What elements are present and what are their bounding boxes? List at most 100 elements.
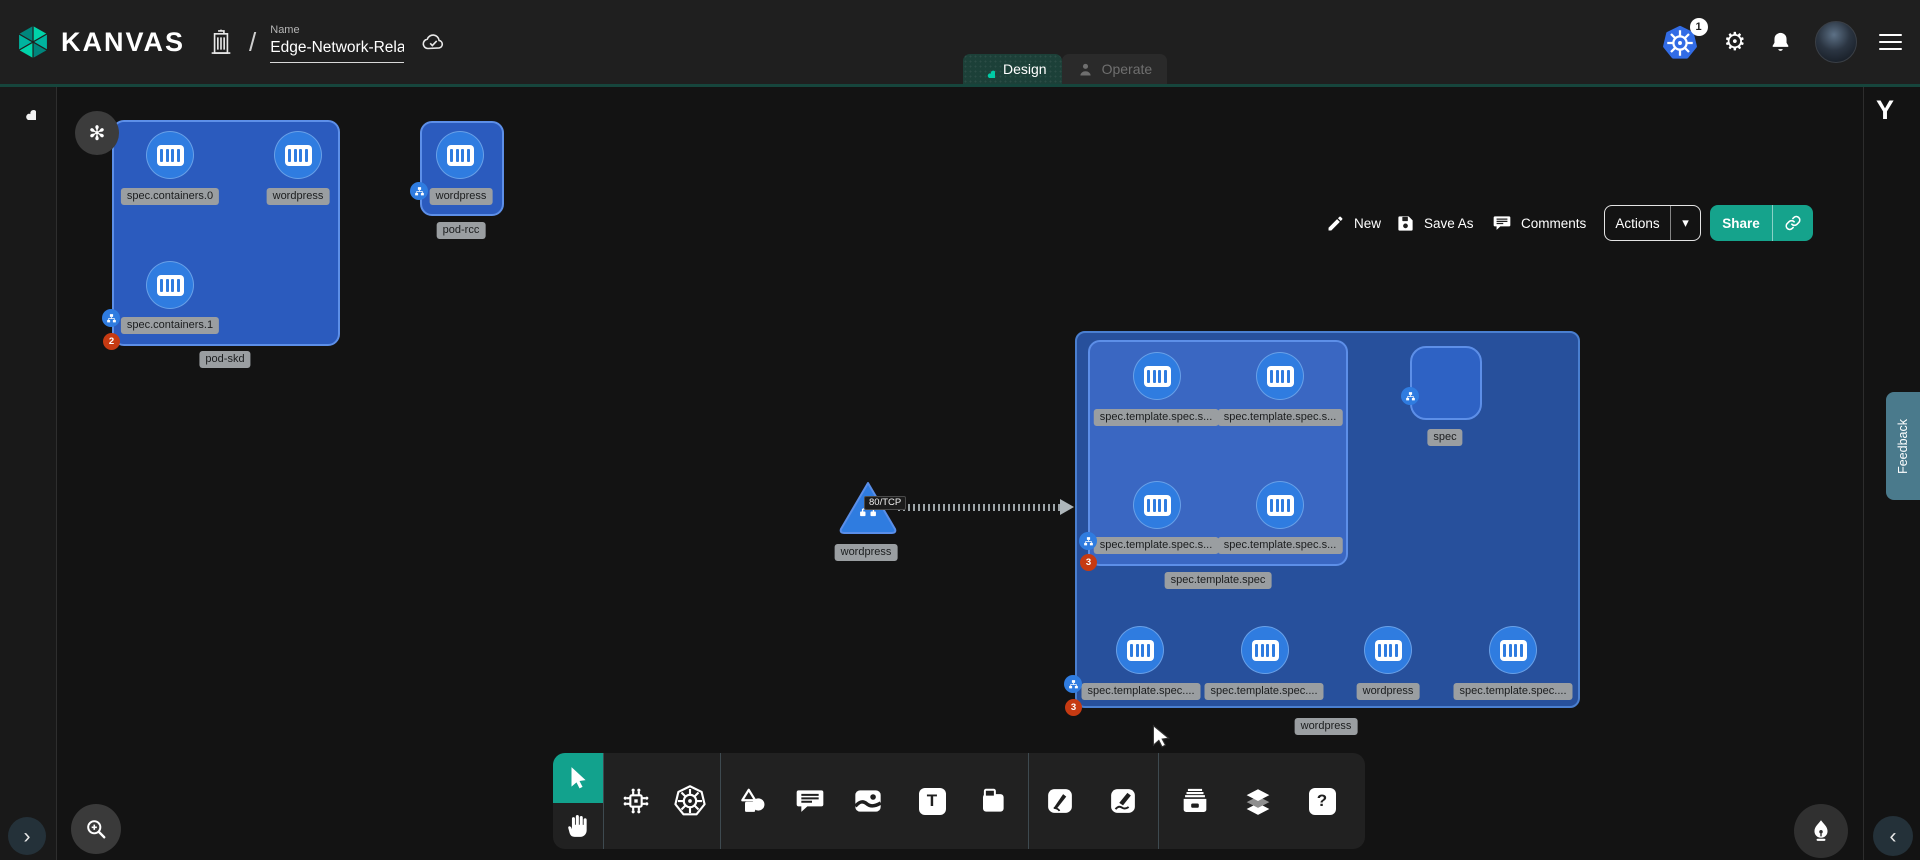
organization-building-icon[interactable] xyxy=(207,26,235,58)
collapsed-node[interactable]: ✻ xyxy=(75,111,119,155)
design-pinwheel-icon xyxy=(978,61,995,78)
container-node[interactable] xyxy=(1489,626,1537,674)
container-icon xyxy=(1252,640,1279,661)
comments-button[interactable]: Comments xyxy=(1492,205,1586,241)
zoom-in-button[interactable] xyxy=(71,804,121,854)
container-icon xyxy=(285,145,312,166)
container-node[interactable] xyxy=(1256,481,1304,529)
container-icon xyxy=(1127,640,1154,661)
notifications-bell-icon[interactable] xyxy=(1768,30,1793,55)
feedback-tab[interactable]: Feedback xyxy=(1886,392,1920,500)
group-label: pod-skd xyxy=(199,351,250,368)
error-count-badge[interactable]: 2 xyxy=(103,333,120,350)
user-avatar[interactable] xyxy=(1815,21,1857,63)
menu-hamburger-icon[interactable] xyxy=(1879,34,1902,51)
y-shortcut-icon[interactable]: Y xyxy=(1876,95,1894,126)
container-node[interactable] xyxy=(1364,626,1412,674)
comment-icon xyxy=(1492,213,1512,233)
drawer-tool[interactable] xyxy=(1173,779,1217,823)
collapse-right-panel-button[interactable]: ‹ xyxy=(1873,816,1913,856)
circuit-chip-icon xyxy=(619,784,653,818)
kubernetes-tool[interactable] xyxy=(668,779,712,823)
header-right: 1 ⚙ xyxy=(1662,0,1902,84)
share-label: Share xyxy=(1710,216,1772,231)
sync-pinwheel-icon[interactable] xyxy=(13,97,36,120)
actions-dropdown-button[interactable]: Actions ▾ xyxy=(1604,205,1701,241)
design-name-label: Name xyxy=(270,24,404,36)
toolbar-divider xyxy=(1028,753,1029,849)
new-button[interactable]: New xyxy=(1326,205,1381,241)
k8s-resource-badge[interactable] xyxy=(102,309,120,327)
container-node[interactable] xyxy=(1256,352,1304,400)
node-label: spec xyxy=(1427,429,1462,446)
container-node[interactable] xyxy=(436,131,484,179)
container-icon xyxy=(1375,640,1402,661)
node-label: spec.template.spec.... xyxy=(1454,683,1573,700)
container-node[interactable] xyxy=(274,131,322,179)
node-label: spec.template.spec.s... xyxy=(1218,537,1343,554)
service-edge[interactable] xyxy=(898,504,1064,511)
pen-tool[interactable] xyxy=(1038,779,1082,823)
save-as-button[interactable]: Save As xyxy=(1396,205,1474,241)
help-tool[interactable]: ? xyxy=(1300,779,1344,823)
question-mark-icon: ? xyxy=(1309,788,1336,815)
container-node[interactable] xyxy=(1116,626,1164,674)
copy-link-icon[interactable] xyxy=(1773,213,1813,233)
layers-tool[interactable] xyxy=(1236,779,1280,823)
kanvas-app: KANVAS / Name Design Operate xyxy=(0,0,1920,860)
ink-pen-button[interactable] xyxy=(1794,804,1848,858)
container-icon xyxy=(157,145,184,166)
container-icon xyxy=(157,275,184,296)
container-icon xyxy=(1144,366,1171,387)
pencil-scribble-icon xyxy=(1108,786,1138,816)
container-node[interactable] xyxy=(146,131,194,179)
right-divider xyxy=(1863,87,1864,860)
hand-icon xyxy=(565,813,591,839)
toolbar-divider xyxy=(603,753,604,849)
expand-left-panel-button[interactable]: › xyxy=(8,817,46,855)
template-group[interactable] xyxy=(1088,340,1348,566)
node-label: wordpress xyxy=(430,188,493,205)
design-name-field: Name xyxy=(270,24,404,63)
container-icon xyxy=(1267,495,1294,516)
caret-down-icon[interactable]: ▾ xyxy=(1671,215,1700,231)
design-canvas[interactable]: › ✻ spec.containers.0 wordpress spec.con… xyxy=(0,84,1920,860)
tab-operate[interactable]: Operate xyxy=(1062,54,1168,84)
text-tool[interactable]: T xyxy=(910,779,954,823)
k8s-resource-badge[interactable] xyxy=(410,182,428,200)
actions-label: Actions xyxy=(1605,216,1670,231)
image-icon xyxy=(852,785,884,817)
node-label: wordpress xyxy=(835,544,898,561)
settings-gear-icon[interactable]: ⚙ xyxy=(1724,30,1746,55)
kubernetes-context-icon[interactable]: 1 xyxy=(1662,22,1702,62)
components-tool[interactable] xyxy=(614,779,658,823)
kanvas-logo-icon[interactable] xyxy=(13,21,53,63)
tab-design[interactable]: Design xyxy=(963,54,1062,84)
text-T-icon: T xyxy=(919,788,946,815)
spec-node[interactable] xyxy=(1410,346,1482,420)
k8s-resource-badge[interactable] xyxy=(1401,387,1419,405)
image-tool[interactable] xyxy=(846,779,890,823)
pen-icon xyxy=(1045,786,1075,816)
error-count-badge[interactable]: 3 xyxy=(1080,554,1097,571)
container-icon xyxy=(1144,495,1171,516)
asterisk-node-icon: ✻ xyxy=(89,121,106,146)
pan-hand-tool[interactable] xyxy=(553,803,603,849)
error-count-badge[interactable]: 3 xyxy=(1065,699,1082,716)
note-tool[interactable] xyxy=(971,779,1015,823)
shapes-tool[interactable] xyxy=(731,779,775,823)
container-node[interactable] xyxy=(1241,626,1289,674)
container-node[interactable] xyxy=(1133,481,1181,529)
share-button[interactable]: Share xyxy=(1710,205,1813,241)
container-node[interactable] xyxy=(146,261,194,309)
freehand-tool[interactable] xyxy=(1101,779,1145,823)
design-name-input[interactable] xyxy=(270,39,404,63)
comment-tool[interactable] xyxy=(788,779,832,823)
k8s-resource-badge[interactable] xyxy=(1079,532,1097,550)
select-tool[interactable] xyxy=(553,753,603,803)
k8s-resource-badge[interactable] xyxy=(1064,675,1082,693)
brand-title: KANVAS xyxy=(61,27,185,58)
container-node[interactable] xyxy=(1133,352,1181,400)
feedback-label: Feedback xyxy=(1896,419,1910,474)
operate-person-icon xyxy=(1077,61,1094,78)
